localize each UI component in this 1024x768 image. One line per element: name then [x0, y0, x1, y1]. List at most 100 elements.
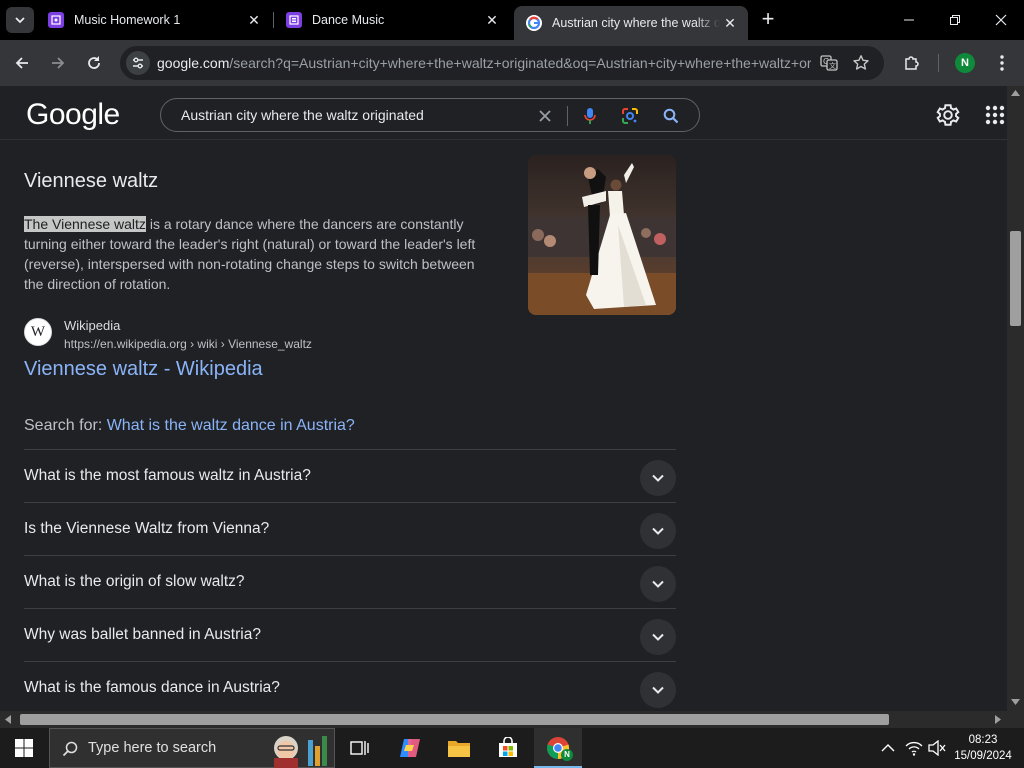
bookmark-button[interactable]: [851, 53, 871, 73]
site-info-button[interactable]: [126, 51, 150, 75]
restore-icon: [950, 15, 960, 25]
expand-button[interactable]: [640, 619, 676, 655]
tab-search-button[interactable]: [6, 7, 34, 33]
close-tab-icon[interactable]: ✕: [720, 13, 740, 33]
start-button[interactable]: [12, 736, 36, 760]
tab-music-homework[interactable]: Music Homework 1 ✕: [36, 0, 272, 40]
task-view-button[interactable]: [348, 736, 372, 760]
restore-button[interactable]: [932, 0, 978, 40]
new-tab-button[interactable]: +: [756, 8, 780, 32]
apps-grid-icon: [985, 105, 1005, 125]
search-submit-button[interactable]: [661, 106, 681, 126]
paa-question-text: What is the origin of slow waltz?: [24, 573, 245, 590]
show-hidden-icons-button[interactable]: [876, 736, 900, 760]
chevron-down-icon: [652, 474, 664, 482]
file-explorer-button[interactable]: [447, 736, 471, 760]
close-icon: [539, 110, 551, 122]
scroll-left-arrow-icon[interactable]: [5, 715, 11, 724]
paa-question-text: Why was ballet banned in Austria?: [24, 626, 261, 643]
back-button[interactable]: [7, 48, 37, 78]
profile-avatar[interactable]: N: [955, 53, 975, 73]
paa-question[interactable]: What is the famous dance in Austria?: [24, 661, 676, 713]
clear-search-button[interactable]: [535, 106, 555, 126]
windows-logo-icon: [15, 739, 33, 757]
lens-search-button[interactable]: [620, 106, 640, 126]
puzzle-icon: [905, 56, 919, 70]
extensions-button[interactable]: [897, 48, 927, 78]
chevron-down-icon: [15, 17, 25, 24]
paa-question[interactable]: Is the Viennese Waltz from Vienna?: [24, 502, 676, 555]
search-query[interactable]: Austrian city where the waltz originated: [181, 107, 424, 123]
star-icon: [853, 55, 869, 70]
forms-icon: [48, 12, 64, 28]
source-name[interactable]: Wikipedia: [64, 318, 120, 333]
paa-question[interactable]: What is the most famous waltz in Austria…: [24, 449, 676, 502]
google-logo[interactable]: Google: [26, 98, 120, 132]
chevron-down-icon: [652, 527, 664, 535]
close-tab-icon[interactable]: ✕: [482, 10, 502, 30]
windows-taskbar: Type here to search N 08:23 15/09/2024: [0, 728, 1024, 768]
system-clock[interactable]: 08:23 15/09/2024: [948, 732, 1018, 764]
search-icon: [62, 741, 78, 757]
microsoft-store-button[interactable]: [496, 736, 520, 760]
close-window-button[interactable]: [978, 0, 1024, 40]
minimize-icon: [904, 19, 914, 21]
network-button[interactable]: [902, 736, 926, 760]
close-tab-icon[interactable]: ✕: [244, 10, 264, 30]
waltz-dancers-image[interactable]: [528, 155, 676, 315]
chevron-down-icon: [652, 580, 664, 588]
tab-strip: Music Homework 1 ✕ Dance Music ✕ Austria…: [0, 0, 1024, 40]
volume-muted-icon: [928, 740, 946, 756]
paa-question[interactable]: Why was ballet banned in Austria?: [24, 608, 676, 661]
expand-button[interactable]: [640, 460, 676, 496]
microphone-icon: [584, 108, 596, 124]
forms-icon: [286, 12, 302, 28]
scroll-up-arrow-icon[interactable]: [1011, 90, 1020, 96]
vertical-scroll-thumb[interactable]: [1010, 231, 1021, 326]
source-url[interactable]: https://en.wikipedia.org › wiki › Vienne…: [64, 337, 312, 351]
minimize-button[interactable]: [886, 0, 932, 40]
horizontal-scroll-thumb[interactable]: [20, 714, 889, 725]
chrome-taskbar-button[interactable]: N: [534, 728, 582, 768]
chrome-menu-button[interactable]: [987, 48, 1017, 78]
search-box[interactable]: Austrian city where the waltz originated: [160, 98, 700, 132]
task-view-icon: [350, 741, 369, 755]
url-path: /search?q=Austrian+city+where+the+waltz+…: [229, 55, 811, 71]
url-text[interactable]: google.com/search?q=Austrian+city+where+…: [157, 55, 811, 71]
settings-button[interactable]: [935, 102, 961, 128]
address-bar[interactable]: google.com/search?q=Austrian+city+where+…: [120, 46, 884, 80]
expand-button[interactable]: [640, 513, 676, 549]
reload-icon: [88, 56, 100, 69]
result-title-link[interactable]: Viennese waltz - Wikipedia: [24, 358, 263, 381]
forward-button[interactable]: [43, 48, 73, 78]
scroll-right-arrow-icon[interactable]: [995, 715, 1001, 724]
copilot-button[interactable]: [398, 736, 422, 760]
vertical-scrollbar[interactable]: [1007, 86, 1024, 713]
volume-button[interactable]: [925, 736, 949, 760]
expand-button[interactable]: [640, 566, 676, 602]
search-for-link[interactable]: What is the waltz dance in Austria?: [107, 417, 355, 434]
paa-question[interactable]: What is the origin of slow waltz?: [24, 555, 676, 608]
browser-toolbar: google.com/search?q=Austrian+city+where+…: [0, 40, 1024, 86]
svg-text:文: 文: [829, 61, 836, 70]
copilot-icon: [400, 739, 420, 757]
taskbar-search[interactable]: Type here to search: [49, 728, 335, 768]
search-highlight-illustration-icon: [274, 736, 327, 768]
paa-question-text: What is the most famous waltz in Austria…: [24, 467, 311, 484]
translate-button[interactable]: G文: [819, 53, 839, 73]
reload-button[interactable]: [79, 48, 109, 78]
google-apps-button[interactable]: [985, 105, 1005, 125]
tab-google-search[interactable]: Austrian city where the waltz originated…: [514, 6, 748, 40]
voice-search-button[interactable]: [580, 106, 600, 126]
url-host: google.com: [157, 55, 230, 71]
scroll-down-arrow-icon[interactable]: [1011, 699, 1020, 705]
tune-icon: [133, 57, 143, 69]
google-header: Google Austrian city where the waltz ori…: [0, 86, 1007, 140]
tab-dance-music[interactable]: Dance Music ✕: [274, 0, 510, 40]
store-icon: [499, 737, 517, 757]
search-results: Viennese waltz The Viennese waltz is a r…: [0, 140, 1007, 713]
translate-icon: G文: [820, 55, 838, 71]
search-icon: [663, 108, 679, 124]
horizontal-scrollbar[interactable]: [0, 711, 1007, 728]
expand-button[interactable]: [640, 672, 676, 708]
